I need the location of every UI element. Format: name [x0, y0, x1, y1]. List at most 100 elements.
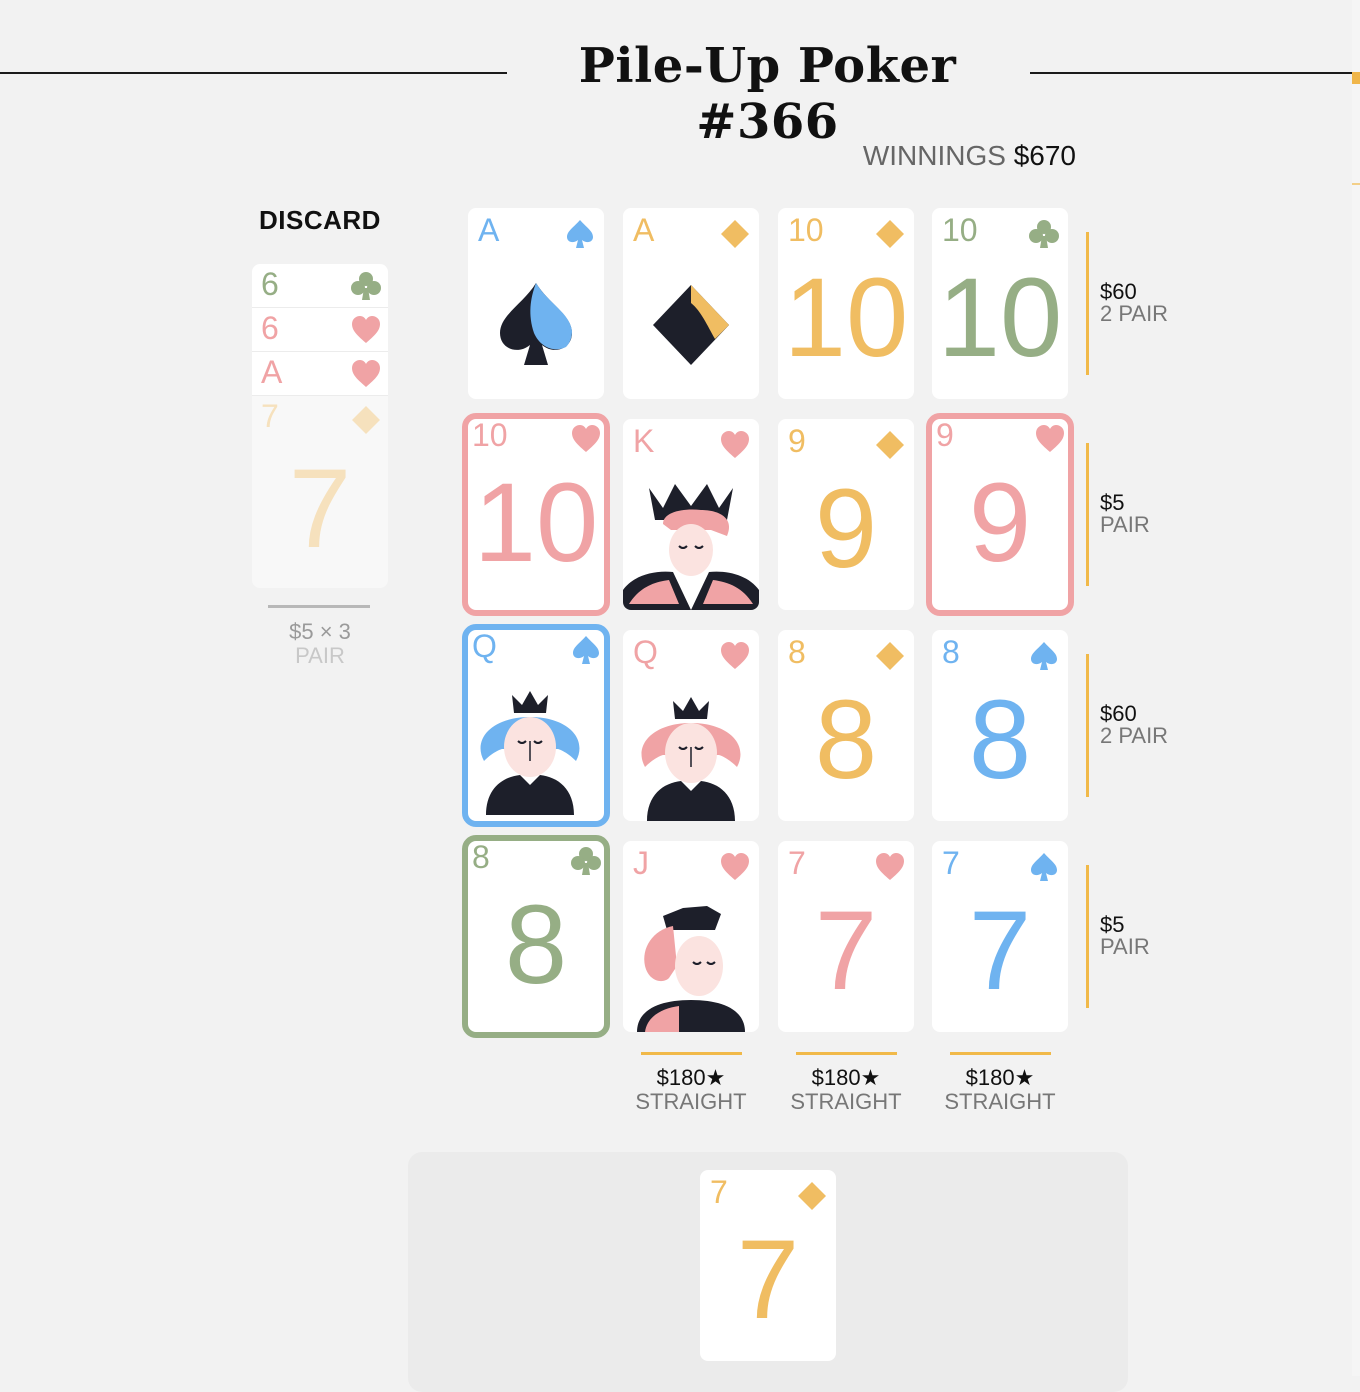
king-illustration — [623, 484, 759, 610]
card-rank: J — [633, 845, 649, 881]
winnings-label: WINNINGS — [862, 140, 1006, 171]
card-9-of-hearts[interactable]: 99 — [926, 413, 1074, 616]
heart-icon — [1036, 425, 1064, 452]
row-score: $60 2 PAIR — [1100, 281, 1168, 325]
club-icon — [351, 272, 381, 300]
column-score: $180★ STRAIGHT — [932, 1066, 1068, 1114]
card-value: 8 — [968, 677, 1032, 802]
diamond-icon — [721, 220, 749, 248]
diamond-icon — [798, 1182, 826, 1210]
heart-icon — [352, 316, 380, 343]
card-rank: 6 — [261, 310, 279, 346]
card-rank: 7 — [261, 398, 279, 434]
discard-score-hand: PAIR — [295, 643, 345, 668]
column-score-bar — [796, 1052, 897, 1055]
card-value: 8 — [504, 882, 568, 1007]
winnings: WINNINGS $670 — [840, 140, 1076, 172]
spade-icon — [573, 636, 599, 664]
diamond-illustration — [653, 285, 729, 365]
card-8-of-diamonds[interactable]: 88 — [778, 630, 914, 821]
queen-illustration — [641, 697, 741, 821]
row-score-bar — [1086, 865, 1089, 1008]
card-j-of-hearts[interactable]: J — [623, 841, 759, 1032]
card-value: 7 — [288, 446, 352, 571]
diamond-icon — [876, 220, 904, 248]
card-k-of-hearts[interactable]: K — [623, 419, 759, 610]
row-score-hand: 2 PAIR — [1100, 723, 1169, 748]
column-score: $180★ STRAIGHT — [778, 1066, 914, 1114]
column-score-amount: $180★ — [656, 1065, 726, 1090]
card-a-of-spades[interactable]: A — [468, 208, 604, 399]
card-rank: 10 — [788, 212, 824, 248]
title-rule-right — [1030, 72, 1352, 74]
row-score-amount: $5 — [1100, 490, 1125, 515]
column-score-bar — [641, 1052, 742, 1055]
row-score: $5 PAIR — [1100, 492, 1150, 536]
discard-score: $5 × 3 PAIR — [252, 620, 388, 668]
column-score-hand: STRAIGHT — [944, 1089, 1056, 1114]
row-score-amount: $60 — [1100, 701, 1137, 726]
discard-pile-card: 6 — [252, 264, 388, 308]
row-score-hand: PAIR — [1100, 934, 1150, 959]
discard-score-bar — [268, 605, 370, 608]
heart-icon — [876, 853, 904, 880]
row-score-bar — [1086, 443, 1089, 586]
card-rank: 9 — [936, 417, 954, 453]
discard-top-card[interactable]: 7 7 — [252, 396, 388, 588]
card-9-of-diamonds[interactable]: 99 — [778, 419, 914, 610]
row-score-amount: $5 — [1100, 912, 1125, 937]
diamond-icon — [352, 406, 380, 434]
card-q-of-spades[interactable]: Q — [462, 624, 610, 827]
spade-illustration — [500, 283, 572, 365]
title-rule-left — [0, 72, 507, 74]
winnings-amount: $670 — [1013, 140, 1076, 171]
card-8-of-clubs[interactable]: 88 — [462, 835, 610, 1038]
row-score-amount: $60 — [1100, 279, 1137, 304]
club-icon — [1029, 220, 1059, 248]
heart-icon — [352, 360, 380, 387]
card-rank: 10 — [942, 212, 978, 248]
heart-icon — [572, 425, 600, 452]
card-10-of-clubs[interactable]: 10 10 — [932, 208, 1068, 399]
scrollbar[interactable] — [1352, 0, 1360, 1376]
column-score-hand: STRAIGHT — [635, 1089, 747, 1114]
discard-label: DISCARD — [259, 205, 381, 235]
card-value: 10 — [473, 460, 599, 585]
page-title: Pile-Up Poker #366 — [578, 38, 957, 150]
next-card-7-of-diamonds[interactable]: 77 — [700, 1170, 836, 1361]
card-rank: 7 — [710, 1174, 728, 1210]
spade-icon — [1031, 642, 1057, 670]
card-rank: K — [633, 423, 655, 459]
card-7-of-hearts[interactable]: 77 — [778, 841, 914, 1032]
discard-score-amount: $5 × 3 — [289, 619, 351, 644]
card-7-of-spades[interactable]: 77 — [932, 841, 1068, 1032]
row-score: $60 2 PAIR — [1100, 703, 1168, 747]
card-value: 8 — [814, 677, 878, 802]
card-q-of-hearts[interactable]: Q — [623, 630, 759, 821]
card-value: 7 — [736, 1217, 800, 1342]
row-score-bar — [1086, 232, 1089, 375]
card-rank: A — [633, 212, 655, 248]
card-rank: A — [478, 212, 500, 248]
column-score-amount: $180★ — [811, 1065, 881, 1090]
card-rank: 7 — [942, 845, 960, 881]
card-value: 7 — [968, 888, 1032, 1013]
card-value: 7 — [814, 888, 878, 1013]
card-value: 10 — [937, 255, 1063, 380]
heart-icon — [721, 431, 749, 458]
card-10-of-diamonds[interactable]: 10 10 — [778, 208, 914, 399]
card-rank: A — [261, 354, 283, 390]
jack-illustration — [637, 906, 745, 1032]
spade-icon — [567, 220, 593, 248]
discard-pile-card: A — [252, 352, 388, 396]
queen-illustration — [480, 691, 580, 815]
column-score-amount: $180★ — [965, 1065, 1035, 1090]
card-a-of-diamonds[interactable]: A — [623, 208, 759, 399]
card-8-of-spades[interactable]: 88 — [932, 630, 1068, 821]
card-10-of-hearts[interactable]: 10 10 — [462, 413, 610, 616]
card-rank: 10 — [472, 417, 508, 453]
column-score-hand: STRAIGHT — [790, 1089, 902, 1114]
card-rank: 8 — [942, 634, 960, 670]
card-rank: Q — [472, 628, 497, 664]
row-score: $5 PAIR — [1100, 914, 1150, 958]
